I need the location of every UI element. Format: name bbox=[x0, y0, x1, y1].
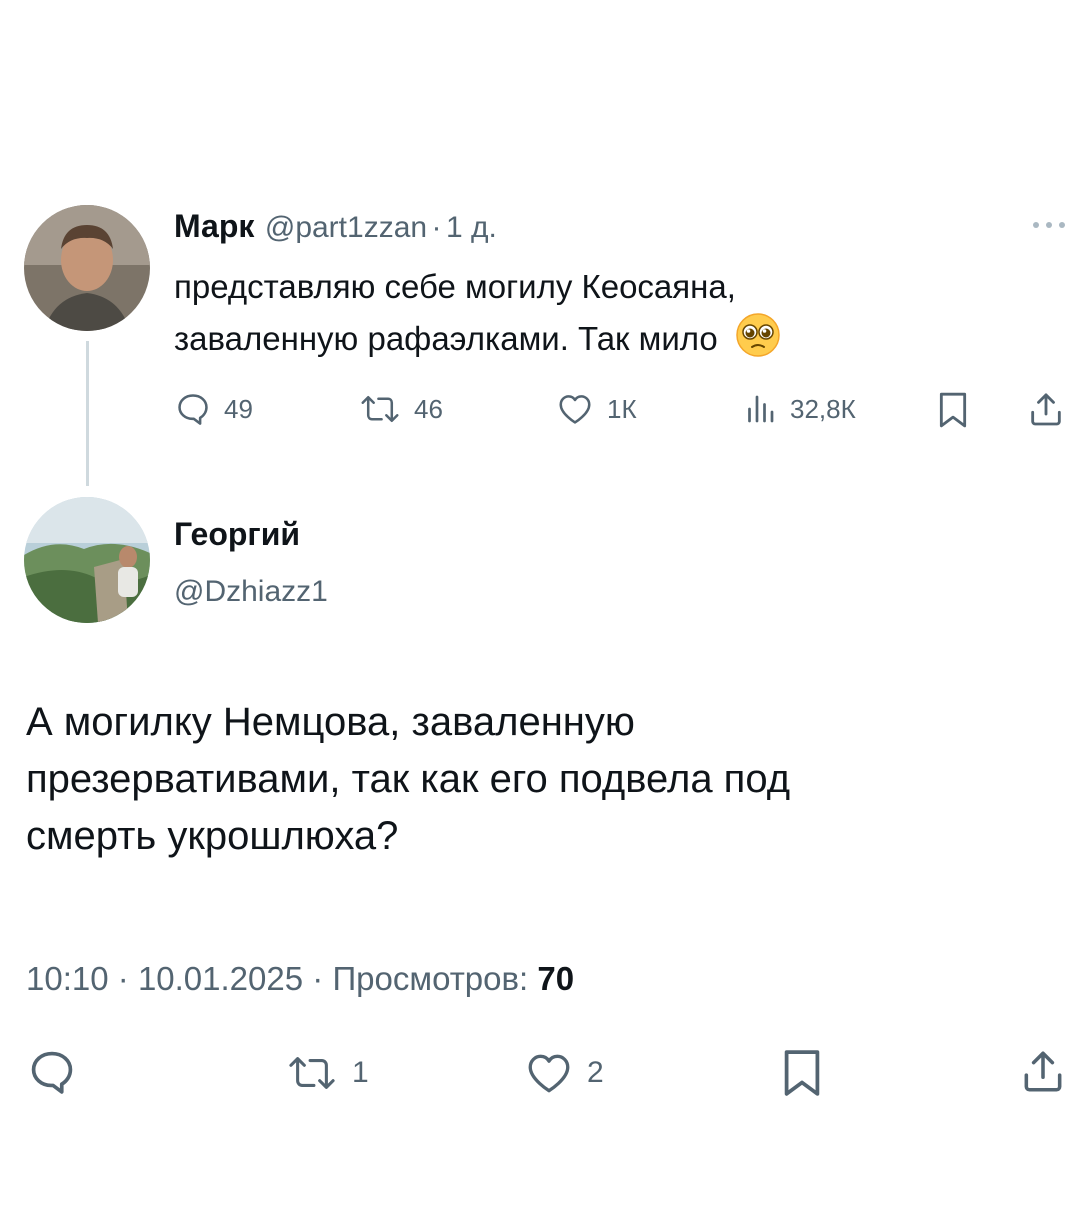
reply-meta: 10:10 · 10.01.2025 · Просмотров: 70 bbox=[26, 960, 574, 998]
views-action[interactable]: 32,8К bbox=[742, 390, 856, 428]
reply-date[interactable]: 10.01.2025 bbox=[138, 960, 303, 997]
tweet-text-line-2: заваленную рафаэлками. Так мило bbox=[174, 320, 718, 357]
reply-author-name[interactable]: Георгий bbox=[174, 516, 300, 553]
separator-dot: · bbox=[431, 211, 442, 244]
views-bars-icon bbox=[748, 395, 774, 423]
reply-reply-action[interactable] bbox=[26, 1046, 90, 1098]
views-count: 32,8К bbox=[790, 393, 856, 424]
reply-action[interactable]: 49 bbox=[174, 390, 253, 428]
bookmark-action[interactable] bbox=[936, 390, 970, 430]
reply-bubble-icon bbox=[31, 1051, 73, 1094]
reply-text: А могилку Немцова, заваленную презервати… bbox=[26, 694, 1056, 865]
reply-bubble-icon bbox=[178, 394, 208, 425]
retweet-icon bbox=[289, 1057, 335, 1089]
reply-time[interactable]: 10:10 bbox=[26, 960, 109, 997]
reply-author-handle[interactable]: @Dzhiazz1 bbox=[174, 575, 328, 609]
reply-retweet-action[interactable]: 1 bbox=[284, 1050, 369, 1096]
heart-icon bbox=[528, 1054, 570, 1093]
meta-separator-1: · bbox=[117, 960, 129, 997]
more-dots-icon[interactable] bbox=[1030, 218, 1068, 230]
retweet-icon bbox=[361, 395, 399, 423]
views-label: Просмотров: bbox=[332, 960, 529, 997]
reply-bookmark-action[interactable] bbox=[780, 1046, 824, 1100]
reply-text-line-3: смерть укрошлюха? bbox=[26, 814, 399, 858]
reply-text-line-1: А могилку Немцова, заваленную bbox=[26, 700, 635, 744]
reply-retweet-count: 1 bbox=[352, 1056, 369, 1089]
thread-line bbox=[86, 341, 89, 486]
reply-like-count: 2 bbox=[587, 1056, 604, 1089]
tweet-header: Марк @part1zzan · 1 д. bbox=[174, 208, 497, 245]
tweet-text: представляю себе могилу Кеосаяна, завале… bbox=[174, 262, 1034, 372]
author-handle[interactable]: @part1zzan bbox=[265, 211, 427, 244]
retweet-count: 46 bbox=[414, 393, 443, 424]
heart-icon bbox=[559, 395, 591, 424]
tweet-text-line-1: представляю себе могилу Кеосаяна, bbox=[174, 268, 736, 305]
pleading-face-emoji bbox=[735, 312, 781, 372]
share-icon bbox=[1024, 1051, 1062, 1092]
avatar-georgiy[interactable] bbox=[24, 497, 150, 623]
views-count-reply: 70 bbox=[537, 960, 575, 997]
retweet-action[interactable]: 46 bbox=[358, 390, 443, 428]
avatar-mark[interactable] bbox=[24, 205, 150, 331]
reply-count: 49 bbox=[224, 393, 253, 424]
author-name[interactable]: Марк bbox=[174, 208, 254, 244]
reply-text-line-2: презервативами, так как его подвела под bbox=[26, 757, 791, 801]
share-icon bbox=[1031, 393, 1061, 426]
bookmark-icon bbox=[784, 1050, 820, 1096]
time-ago[interactable]: 1 д. bbox=[446, 211, 497, 244]
reply-share-action[interactable] bbox=[1018, 1044, 1068, 1098]
meta-separator-2: · bbox=[312, 960, 324, 997]
like-action[interactable]: 1К bbox=[555, 390, 637, 428]
share-action[interactable] bbox=[1026, 388, 1066, 430]
like-count: 1К bbox=[607, 393, 637, 424]
reply-like-action[interactable]: 2 bbox=[523, 1048, 604, 1098]
bookmark-icon bbox=[939, 392, 967, 428]
